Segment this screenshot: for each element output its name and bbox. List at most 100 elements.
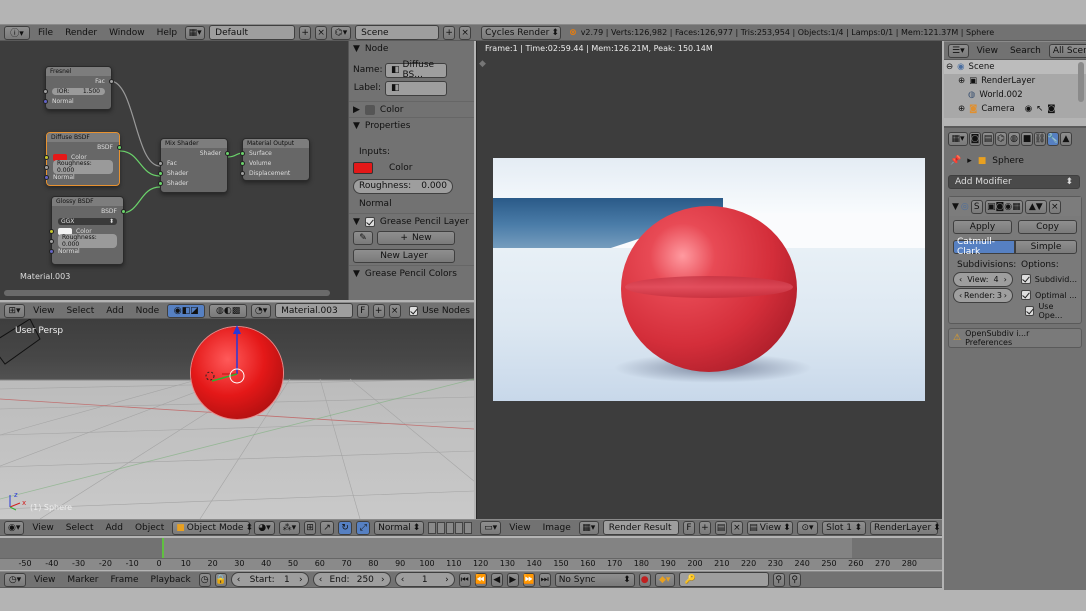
remove-layout-button[interactable]: ×: [315, 25, 328, 40]
pin-icon[interactable]: 📌: [950, 156, 961, 166]
jump-keyframe-back-icon[interactable]: ⏪: [474, 572, 487, 587]
remove-scene-button[interactable]: ×: [459, 25, 472, 40]
mix-shader1-socket[interactable]: [158, 170, 163, 176]
data-tab-icon[interactable]: ▲: [1060, 132, 1072, 146]
jump-end-icon[interactable]: ⏭: [538, 572, 551, 587]
use-nodes-checkbox[interactable]: [408, 305, 419, 316]
scene-tab-icon[interactable]: ⌬: [995, 132, 1007, 146]
view-levels-field[interactable]: ‹ View: 4 ›: [953, 271, 1013, 287]
timeline-menu-view[interactable]: View: [30, 575, 59, 585]
slot-select[interactable]: Slot 1 ⬍: [822, 520, 867, 535]
viewport-shading-select[interactable]: ◕▾: [254, 520, 275, 535]
modifier-copy-button[interactable]: Copy: [1018, 220, 1077, 234]
visibility-eye-icon[interactable]: ◉: [1025, 104, 1032, 114]
sync-mode-select[interactable]: No Sync ⬍: [554, 572, 635, 587]
lock-range-icon[interactable]: 🔒: [214, 572, 227, 587]
image-editor-type-button[interactable]: ▭▾: [480, 520, 502, 535]
rotate-manipulator-icon[interactable]: ↻: [338, 520, 353, 535]
output-volume-socket[interactable]: [240, 160, 245, 166]
fake-user-button[interactable]: F: [356, 303, 369, 318]
layout-select[interactable]: Default: [209, 25, 296, 40]
layout-icon[interactable]: ▦▾: [185, 25, 206, 40]
material-browse-icon[interactable]: ◔▾: [251, 303, 272, 318]
mix-shader-node[interactable]: Mix Shader Shader Fac Shader Shader: [158, 138, 230, 193]
timeline-menu-playback[interactable]: Playback: [147, 575, 195, 585]
selectable-arrow-icon[interactable]: ↖: [1036, 104, 1043, 114]
viewport-menu-select[interactable]: Select: [62, 523, 98, 533]
properties-section-header[interactable]: ▼ Properties: [349, 117, 474, 133]
diffuse-normal-socket[interactable]: [44, 174, 49, 180]
timeline-menu-frame[interactable]: Frame: [106, 575, 142, 585]
output-displacement-socket[interactable]: [240, 170, 245, 176]
scale-manipulator-icon[interactable]: ⤢: [356, 520, 371, 535]
start-frame-field[interactable]: ‹ Start: 1 ›: [230, 572, 309, 587]
glossy-bsdf-node[interactable]: Glossy BSDF BSDF GGX ⬍ Color Roughness: 0…: [49, 196, 126, 265]
glossy-normal-socket[interactable]: [49, 248, 54, 254]
use-opensubdiv-checkbox[interactable]: [1025, 306, 1035, 316]
glossy-distribution-select[interactable]: GGX ⬍: [58, 217, 117, 225]
mix-shader-out-socket[interactable]: [225, 150, 230, 156]
node-editor-type-button[interactable]: ⊞▾: [4, 303, 26, 318]
gp-layer-checkbox[interactable]: [364, 216, 375, 227]
constraints-tab-icon[interactable]: ⛓: [1034, 132, 1046, 146]
outliner-item-renderlayer[interactable]: ⊕ ▣ RenderLayer: [944, 74, 1086, 88]
fresnel-normal-socket[interactable]: [43, 98, 48, 104]
translate-manipulator-icon[interactable]: ↗: [320, 520, 335, 535]
menu-file[interactable]: File: [34, 28, 57, 38]
gp-pencil-icon[interactable]: ✎: [353, 231, 373, 245]
glossy-color-socket[interactable]: [49, 228, 54, 234]
outliner-menu-view[interactable]: View: [973, 46, 1002, 56]
color-input-swatch[interactable]: [353, 162, 373, 174]
modifiers-tab-icon[interactable]: 🔧: [1047, 132, 1059, 146]
viewport-menu-object[interactable]: Object: [131, 523, 168, 533]
jump-keyframe-forward-icon[interactable]: ⏩: [522, 572, 535, 587]
diffuse-roughness-socket[interactable]: [44, 164, 49, 170]
outliner-scrollbar[interactable]: [1078, 62, 1084, 102]
node-editor-canvas[interactable]: Fresnel Fac IOR: 1.500 Normal Diffuse BSD…: [0, 41, 348, 300]
object-type-icon[interactable]: ◍◐▩: [209, 303, 248, 318]
gp-new-button[interactable]: + New: [377, 231, 455, 245]
outliner-menu-search[interactable]: Search: [1006, 46, 1045, 56]
play-icon[interactable]: ▶: [506, 572, 519, 587]
jump-start-icon[interactable]: ⏮: [458, 572, 471, 587]
gp-colors-section-header[interactable]: ▼ Grease Pencil Colors: [349, 265, 474, 281]
viewport-menu-add[interactable]: Add: [102, 523, 127, 533]
viewport-menu-view[interactable]: View: [28, 523, 57, 533]
layer-buttons[interactable]: [428, 521, 473, 534]
keying-set-field[interactable]: 🔑: [678, 572, 769, 587]
node-name-field[interactable]: ◧ Diffuse BS...: [385, 60, 447, 80]
node-menu-view[interactable]: View: [29, 306, 58, 316]
modifier-name-field[interactable]: S: [970, 199, 983, 214]
fresnel-ior-socket[interactable]: [43, 88, 48, 94]
shader-type-icon[interactable]: ◉◧◪: [167, 303, 206, 318]
fresnel-fac-socket[interactable]: [109, 78, 114, 84]
image-menu-image[interactable]: Image: [539, 523, 575, 533]
modifier-collapse-icon[interactable]: ▼: [952, 202, 959, 212]
outliner-item-world[interactable]: ◍ World.002: [944, 88, 1086, 102]
node-menu-add[interactable]: Add: [102, 306, 127, 316]
end-frame-field[interactable]: ‹ End: 250 ›: [312, 572, 391, 587]
new-image-button[interactable]: +: [698, 520, 711, 535]
diffuse-bsdf-socket[interactable]: [117, 144, 122, 150]
render-layer-select[interactable]: RenderLayer ⬍: [870, 520, 941, 535]
add-material-button[interactable]: +: [372, 303, 385, 318]
world-tab-icon[interactable]: ◍: [1008, 132, 1020, 146]
3d-viewport[interactable]: User Persp (1) Sphere z x: [0, 319, 474, 519]
viewport-editor-type-button[interactable]: ◉▾: [4, 520, 25, 535]
simple-option[interactable]: Simple: [1015, 240, 1077, 254]
render-layers-tab-icon[interactable]: ▤: [982, 132, 994, 146]
diffuse-color-socket[interactable]: [44, 154, 49, 160]
current-frame-field[interactable]: ‹ 1 ›: [394, 572, 455, 587]
node-menu-node[interactable]: Node: [132, 306, 164, 316]
optimal-display-checkbox[interactable]: [1021, 290, 1031, 300]
pivot-point-select[interactable]: ⁂▾: [278, 520, 301, 535]
diffuse-bsdf-node[interactable]: Diffuse BSDF BSDF Color Roughness: 0.000…: [44, 132, 122, 186]
fresnel-node[interactable]: Fresnel Fac IOR: 1.500 Normal: [43, 66, 114, 110]
keying-set-icon[interactable]: ◆▾: [654, 572, 675, 587]
new-layer-button[interactable]: New Layer: [353, 249, 455, 263]
menu-help[interactable]: Help: [153, 28, 182, 38]
node-label-field[interactable]: ◧: [385, 80, 447, 96]
color-section-header[interactable]: ▶ Color: [349, 101, 474, 117]
outliner-editor-type-button[interactable]: ☰▾: [948, 43, 969, 58]
modifier-display-toggles[interactable]: ▣◙◉▦: [984, 199, 1023, 214]
